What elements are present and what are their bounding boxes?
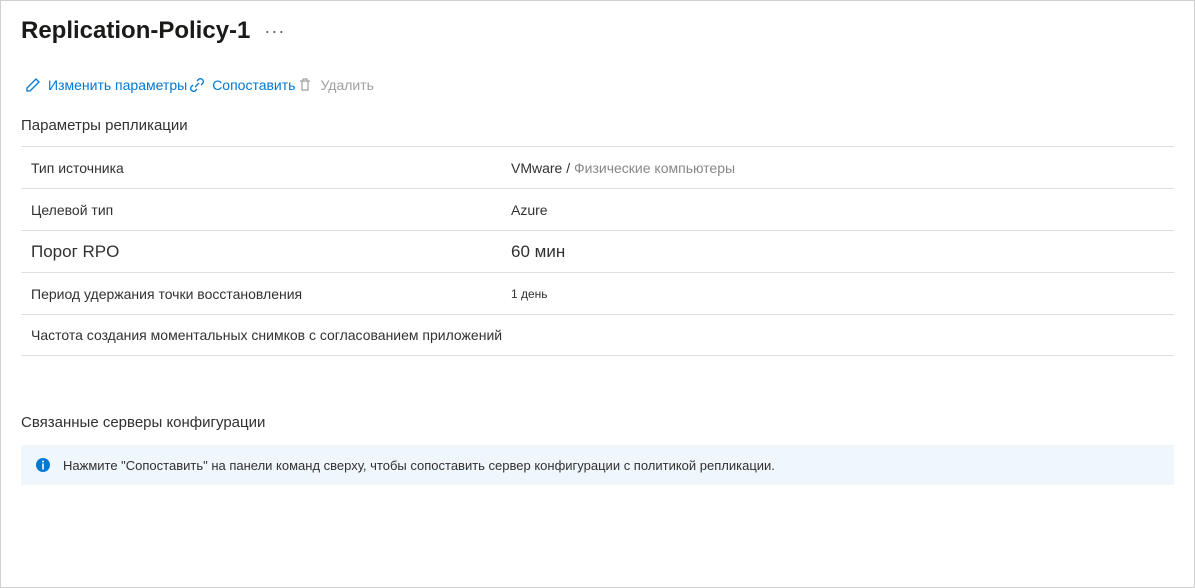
linked-servers-title: Связанные серверы конфигурации [1,414,1194,445]
edit-settings-button[interactable]: Изменить параметры [25,77,187,93]
associate-button[interactable]: Сопоставить [189,77,295,93]
table-row: Тип источника VMware / Физические компью… [21,146,1174,188]
target-type-value: Azure [511,202,1164,218]
rpo-threshold-value: 60 мин [511,242,1164,262]
retention-label: Период удержания точки восстановления [31,286,511,302]
delete-label: Удалить [320,77,373,93]
source-type-label: Тип источника [31,160,511,176]
link-icon [189,77,205,93]
info-text: Нажмите "Сопоставить" на панели команд с… [63,458,775,473]
delete-button[interactable]: Удалить [297,77,373,93]
command-bar: Изменить параметры Сопоставить Удалить [1,53,1194,107]
source-type-value: VMware / Физические компьютеры [511,160,1164,176]
table-row: Частота создания моментальных снимков с … [21,314,1174,356]
table-row: Период удержания точки восстановления 1 … [21,272,1174,314]
table-row: Целевой тип Azure [21,188,1174,230]
linked-servers-section: Связанные серверы конфигурации Нажмите "… [1,414,1194,485]
rpo-threshold-label: Порог RPO [31,242,511,262]
table-row: Порог RPO 60 мин [21,230,1174,272]
target-type-label: Целевой тип [31,202,511,218]
source-type-value-rest: Физические компьютеры [570,160,735,176]
source-type-value-strong: VMware / [511,160,570,176]
overflow-menu-button[interactable]: ··· [264,22,285,40]
pencil-icon [25,77,41,93]
edit-settings-label: Изменить параметры [48,77,187,93]
page-title: Replication-Policy-1 [21,17,250,45]
info-icon [35,457,51,473]
page-header: Replication-Policy-1 ··· [1,1,1194,53]
associate-label: Сопоставить [212,77,295,93]
snapshot-freq-label: Частота создания моментальных снимков с … [31,327,511,343]
trash-icon [297,77,313,93]
replication-params-table: Тип источника VMware / Физические компью… [1,146,1194,356]
retention-value: 1 день [511,287,1164,301]
replication-params-title: Параметры репликации [1,107,1194,146]
info-banner: Нажмите "Сопоставить" на панели команд с… [21,445,1174,485]
